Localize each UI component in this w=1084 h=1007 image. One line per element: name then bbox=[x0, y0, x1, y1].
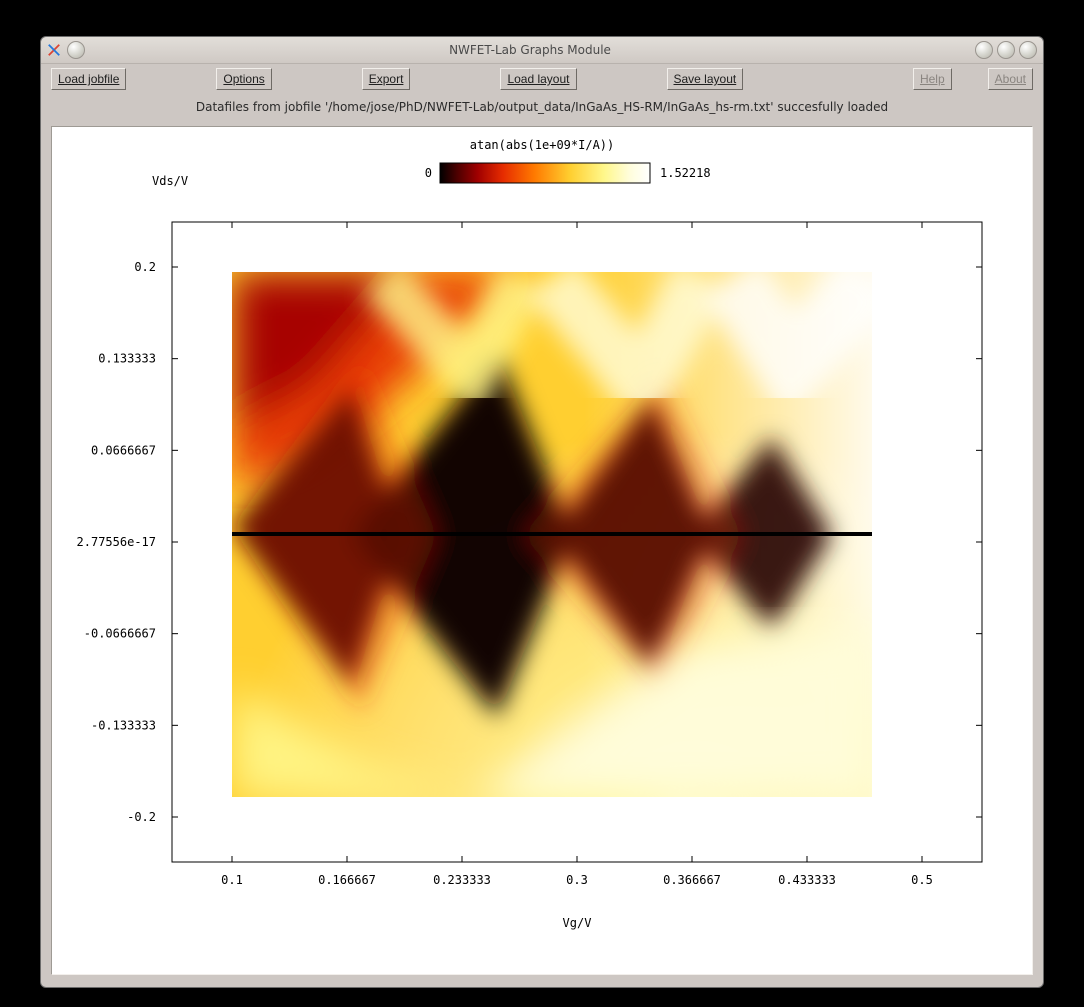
window-maximize-button[interactable] bbox=[997, 41, 1015, 59]
plot-panel: atan(abs(1e+09*I/A)) 0 1.52218 Vds/V bbox=[51, 126, 1033, 975]
svg-text:-0.133333: -0.133333 bbox=[91, 718, 156, 732]
svg-text:0.366667: 0.366667 bbox=[663, 873, 721, 887]
y-axis-label: Vds/V bbox=[152, 174, 188, 188]
colorbar-max-label: 1.52218 bbox=[660, 166, 711, 180]
svg-text:0.133333: 0.133333 bbox=[98, 352, 156, 366]
colorbar bbox=[440, 163, 650, 183]
options-button[interactable]: Options bbox=[216, 68, 271, 90]
svg-text:0.2: 0.2 bbox=[134, 260, 156, 274]
svg-text:0.1: 0.1 bbox=[221, 873, 243, 887]
svg-text:0.233333: 0.233333 bbox=[433, 873, 491, 887]
help-button[interactable]: Help bbox=[913, 68, 952, 90]
svg-text:0.5: 0.5 bbox=[911, 873, 933, 887]
window-title: NWFET-Lab Graphs Module bbox=[85, 43, 975, 57]
export-button[interactable]: Export bbox=[362, 68, 411, 90]
svg-text:-0.2: -0.2 bbox=[127, 810, 156, 824]
save-layout-button[interactable]: Save layout bbox=[667, 68, 744, 90]
app-window: NWFET-Lab Graphs Module Load jobfile Opt… bbox=[40, 36, 1044, 988]
svg-text:0.0666667: 0.0666667 bbox=[91, 443, 156, 457]
window-pin-icon[interactable] bbox=[67, 41, 85, 59]
chart-title: atan(abs(1e+09*I/A)) bbox=[470, 138, 615, 152]
svg-text:0.166667: 0.166667 bbox=[318, 873, 376, 887]
heatmap-chart: atan(abs(1e+09*I/A)) 0 1.52218 Vds/V bbox=[52, 127, 1032, 957]
colorbar-min-label: 0 bbox=[425, 166, 432, 180]
status-message: Datafiles from jobfile '/home/jose/PhD/N… bbox=[41, 96, 1043, 120]
svg-text:0.433333: 0.433333 bbox=[778, 873, 836, 887]
svg-text:-0.0666667: -0.0666667 bbox=[84, 627, 156, 641]
load-jobfile-button[interactable]: Load jobfile bbox=[51, 68, 126, 90]
load-layout-button[interactable]: Load layout bbox=[500, 68, 576, 90]
svg-text:2.77556e-17: 2.77556e-17 bbox=[77, 535, 156, 549]
titlebar[interactable]: NWFET-Lab Graphs Module bbox=[41, 37, 1043, 64]
heatmap-image bbox=[232, 272, 872, 827]
toolbar: Load jobfile Options Export Load layout … bbox=[41, 64, 1043, 96]
window-close-button[interactable] bbox=[1019, 41, 1037, 59]
svg-text:0.3: 0.3 bbox=[566, 873, 588, 887]
about-button[interactable]: About bbox=[988, 68, 1033, 90]
window-minimize-button[interactable] bbox=[975, 41, 993, 59]
x-axis-label: Vg/V bbox=[563, 916, 592, 930]
app-icon bbox=[47, 43, 61, 57]
